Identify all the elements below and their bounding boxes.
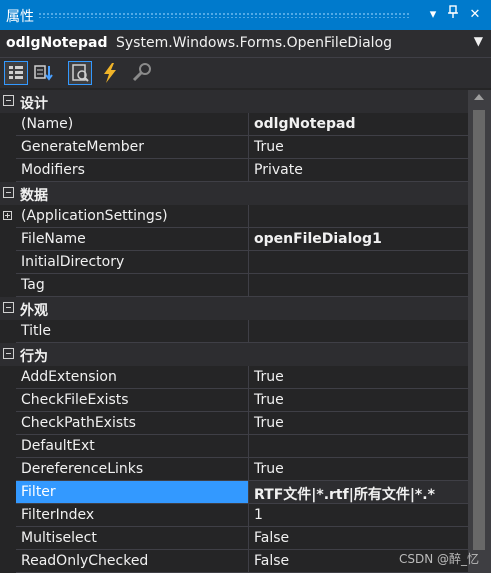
scroll-up-icon[interactable] [474, 94, 484, 100]
property-row[interactable]: FilterIndex 1 [0, 504, 468, 527]
property-value[interactable]: True [249, 366, 468, 389]
category-label: 外观 [20, 303, 48, 319]
events-button[interactable] [98, 61, 122, 85]
property-row[interactable]: Title [0, 320, 468, 343]
close-icon[interactable]: ✕ [466, 5, 484, 25]
property-row[interactable]: Modifiers Private [0, 159, 468, 182]
category-label: 数据 [20, 188, 48, 204]
property-name: ReadOnlyChecked [16, 550, 249, 573]
property-row-selected[interactable]: Filter RTF文件|*.rtf|所有文件|*.* [0, 481, 468, 504]
properties-icon [72, 64, 89, 82]
category-label: 设计 [20, 96, 48, 112]
pin-icon[interactable] [444, 5, 462, 25]
alphabetical-button[interactable] [32, 61, 56, 85]
property-value[interactable]: True [249, 389, 468, 412]
property-name: AddExtension [16, 366, 249, 389]
collapse-icon[interactable] [3, 348, 14, 359]
property-row[interactable]: ReadOnlyChecked False [0, 550, 468, 573]
panel-title: 属性 [6, 9, 34, 25]
property-row[interactable]: Multiselect False [0, 527, 468, 550]
property-value[interactable]: True [249, 136, 468, 159]
property-value[interactable] [249, 251, 468, 274]
property-value[interactable]: openFileDialog1 [249, 228, 468, 251]
collapse-icon[interactable] [3, 95, 14, 106]
property-value[interactable] [249, 274, 468, 297]
properties-title-bar: 属性 ▾ ✕ [0, 0, 491, 30]
property-value[interactable] [249, 205, 468, 228]
vertical-scrollbar[interactable] [468, 90, 491, 573]
property-name: DefaultExt [16, 435, 249, 458]
property-name: GenerateMember [16, 136, 249, 159]
property-row[interactable]: GenerateMember True [0, 136, 468, 159]
category-behavior[interactable]: 行为 [0, 343, 468, 366]
chevron-down-icon[interactable]: ▼ [474, 34, 483, 48]
property-row[interactable]: CheckPathExists True [0, 412, 468, 435]
property-value[interactable]: Private [249, 159, 468, 182]
categorized-icon [9, 66, 23, 79]
property-row[interactable]: DereferenceLinks True [0, 458, 468, 481]
property-name: InitialDirectory [16, 251, 249, 274]
property-name: CheckPathExists [16, 412, 249, 435]
property-value[interactable]: True [249, 412, 468, 435]
categorized-button[interactable] [4, 61, 28, 85]
property-row[interactable]: FileName openFileDialog1 [0, 228, 468, 251]
property-name: DereferenceLinks [16, 458, 249, 481]
property-value[interactable] [249, 435, 468, 458]
property-toolbar [0, 58, 491, 88]
property-name: CheckFileExists [16, 389, 249, 412]
watermark: CSDN @醉_忆 [398, 552, 479, 566]
property-row[interactable]: AddExtension True [0, 366, 468, 389]
property-name: Title [16, 320, 249, 343]
category-label: 行为 [20, 349, 48, 365]
scroll-thumb[interactable] [473, 110, 485, 550]
property-row[interactable]: InitialDirectory [0, 251, 468, 274]
category-data[interactable]: 数据 [0, 182, 468, 205]
property-value[interactable]: False [249, 527, 468, 550]
object-type: System.Windows.Forms.OpenFileDialog [116, 35, 393, 51]
property-value[interactable]: True [249, 458, 468, 481]
property-name: FilterIndex [16, 504, 249, 527]
property-grid: 设计 (Name) odlgNotepad GenerateMember Tru… [0, 90, 468, 573]
properties-button[interactable] [68, 61, 92, 85]
category-design[interactable]: 设计 [0, 90, 468, 113]
collapse-icon[interactable] [3, 302, 14, 313]
filter-value-field[interactable]: RTF文件|*.rtf|所有文件|*.* [249, 481, 468, 504]
property-row[interactable]: CheckFileExists True [0, 389, 468, 412]
property-pages-icon [132, 63, 151, 82]
property-name: (ApplicationSettings) [16, 205, 249, 228]
property-row[interactable]: (ApplicationSettings) [0, 205, 468, 228]
grip-dots [38, 12, 409, 18]
property-row[interactable]: (Name) odlgNotepad [0, 113, 468, 136]
property-name: Filter [16, 481, 249, 504]
property-value[interactable] [249, 320, 468, 343]
property-name: Modifiers [16, 159, 249, 182]
property-name: Tag [16, 274, 249, 297]
property-name: Multiselect [16, 527, 249, 550]
property-value[interactable]: 1 [249, 504, 468, 527]
property-pages-button[interactable] [130, 61, 154, 85]
alphabetical-icon [34, 65, 53, 81]
object-name: odlgNotepad [6, 35, 108, 51]
object-selector[interactable]: odlgNotepad System.Windows.Forms.OpenFil… [0, 30, 491, 58]
collapse-icon[interactable] [3, 187, 14, 198]
window-position-dropdown-icon[interactable]: ▾ [424, 5, 442, 25]
property-row[interactable]: DefaultExt [0, 435, 468, 458]
category-appearance[interactable]: 外观 [0, 297, 468, 320]
property-value[interactable]: odlgNotepad [249, 113, 468, 136]
property-name: (Name) [16, 113, 249, 136]
events-icon [104, 63, 116, 83]
property-name: FileName [16, 228, 249, 251]
expand-icon[interactable] [3, 211, 12, 220]
property-row[interactable]: Tag [0, 274, 468, 297]
